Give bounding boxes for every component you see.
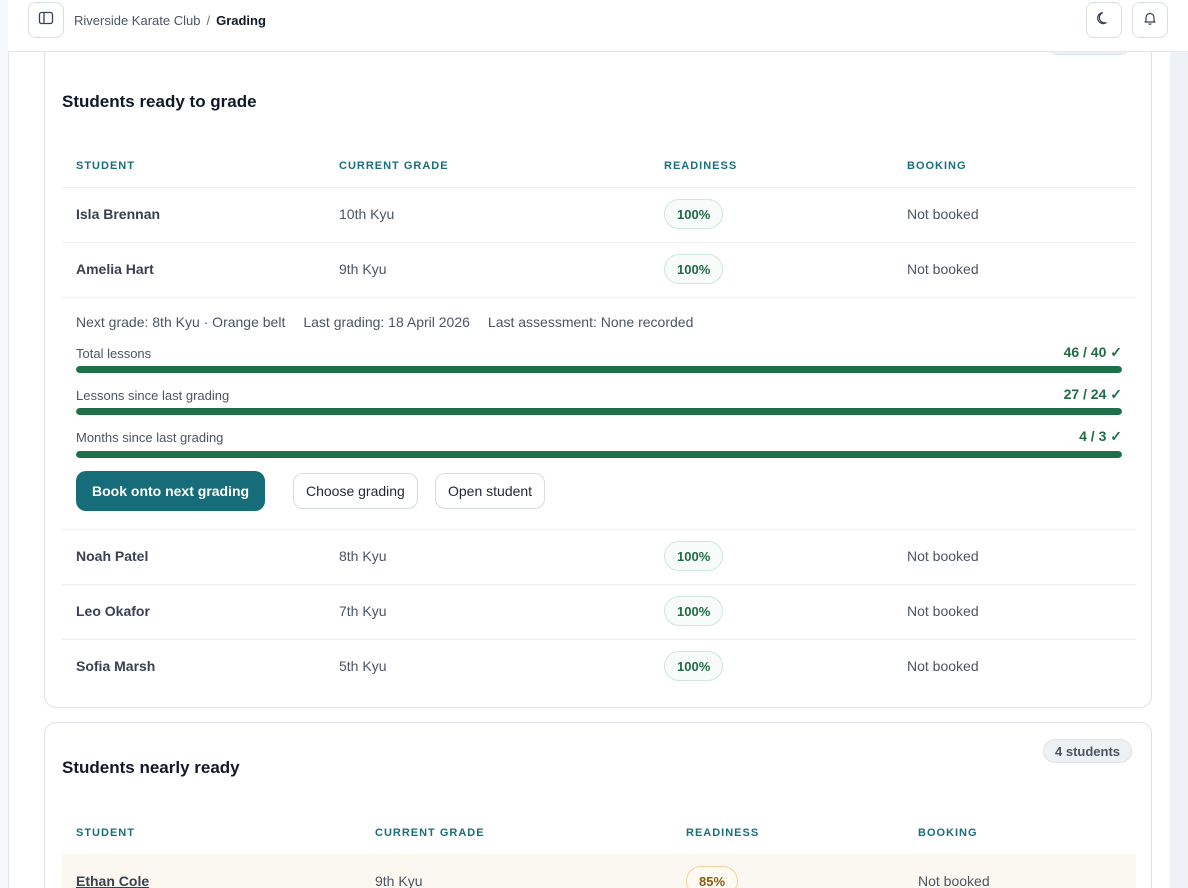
sidebar-toggle-button[interactable] [28,2,64,38]
header-current-grade: CURRENT GRADE [339,160,449,172]
student-grade: 8th Kyu [339,548,387,564]
progress-value: 27 / 24 ✓ [1063,386,1122,402]
progress-label: Lessons since last grading [76,388,230,403]
student-grade: 9th Kyu [375,873,423,888]
student-grade: 7th Kyu [339,603,387,619]
nearly-ready-card: Students nearly ready 4 students STUDENT… [44,722,1152,888]
header-current-grade: CURRENT GRADE [375,827,485,839]
header-readiness: READINESS [686,827,760,839]
progress-bar [76,451,1122,458]
student-name[interactable]: Isla Brennan [76,206,160,222]
breadcrumb-club-link[interactable]: Riverside Karate Club [74,13,200,28]
row-divider [62,297,1136,298]
last-assessment-text: Last assessment: None recorded [487,314,694,330]
open-student-button[interactable]: Open student [435,473,546,509]
student-name[interactable]: Noah Patel [76,548,148,564]
sidebar-toggle-icon [38,10,54,31]
header-readiness: READINESS [664,160,738,172]
student-detail-meta: Next grade: 8th Kyu · Orange belt Last g… [76,314,693,330]
booking-status: Not booked [918,873,990,888]
row-divider [62,584,1136,585]
header-student: STUDENT [76,827,135,839]
theme-toggle-button[interactable] [1086,2,1122,38]
readiness-badge: 100% [664,596,724,626]
nearly-count-badge: 4 students [1043,739,1133,763]
header-booking: BOOKING [918,827,978,839]
booking-status: Not booked [907,603,979,619]
row-divider [62,529,1136,530]
booking-status: Not booked [907,206,979,222]
progress-fill [76,451,1122,458]
booking-status: Not booked [907,261,979,277]
progress-label: Months since last grading [76,430,224,445]
row-divider [62,639,1136,640]
student-grade: 5th Kyu [339,658,387,674]
student-name[interactable]: Leo Okafor [76,603,150,619]
progress-bar [76,408,1122,415]
last-grading-text: Last grading: 18 April 2026 [303,314,470,330]
student-grade: 10th Kyu [339,206,395,222]
row-divider [62,242,1136,243]
student-grade: 9th Kyu [339,261,387,277]
progress-value: 4 / 3 ✓ [1079,428,1122,444]
header-booking: BOOKING [907,160,967,172]
moon-icon [1096,10,1112,31]
ready-to-grade-card: Students ready to grade STUDENT CURRENT … [44,20,1152,708]
readiness-badge: 85% [686,866,739,888]
progress-fill [76,408,1122,415]
next-grade-text: Next grade: 8th Kyu · Orange belt [76,314,286,330]
booking-status: Not booked [907,548,979,564]
readiness-badge: 100% [664,651,724,681]
student-name[interactable]: Sofia Marsh [76,658,155,674]
readiness-badge: 100% [664,541,724,571]
progress-value: 46 / 40 ✓ [1063,344,1122,360]
student-name[interactable]: Amelia Hart [76,261,154,277]
readiness-badge: 100% [664,254,724,284]
progress-bar [76,366,1122,373]
ready-section-title: Students ready to grade [62,92,257,111]
breadcrumb-separator: / [206,12,211,28]
student-name-link[interactable]: Ethan Cole [76,873,149,888]
bell-icon [1142,10,1158,31]
breadcrumb: Riverside Karate Club / Grading [74,12,266,28]
breadcrumb-current: Grading [216,12,266,28]
readiness-badge: 100% [664,199,724,229]
notifications-button[interactable] [1132,2,1168,38]
top-bar: Riverside Karate Club / Grading [8,0,1188,52]
choose-grading-button[interactable]: Choose grading [293,473,418,509]
book-next-grading-button[interactable]: Book onto next grading [76,471,266,511]
progress-fill [76,366,1122,373]
booking-status: Not booked [907,658,979,674]
scroll-gutter [1170,0,1188,888]
progress-label: Total lessons [76,346,152,361]
nearly-section-title: Students nearly ready [62,758,240,777]
header-student: STUDENT [76,160,135,172]
row-divider [62,187,1136,188]
